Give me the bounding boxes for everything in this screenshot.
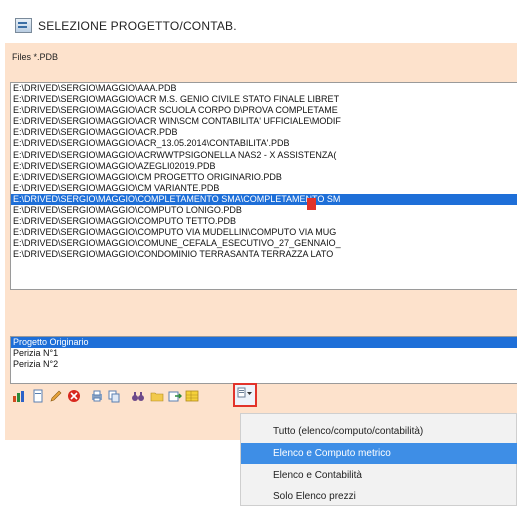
new-doc-icon[interactable]	[31, 389, 45, 403]
title-bar: SELEZIONE PROGETTO/CONTAB.	[0, 0, 517, 43]
copy-icon[interactable]	[107, 389, 121, 403]
text-cursor-marker	[307, 198, 316, 210]
selection-window: SELEZIONE PROGETTO/CONTAB. Files *.PDB E…	[0, 0, 517, 440]
menu-item-elenco-computo[interactable]: Elenco e Computo metrico	[241, 443, 517, 464]
file-list-item[interactable]: E:\DRIVED\SERGIO\MAGGIO\COMUNE_CEFALA_ES…	[11, 238, 517, 249]
file-list-item[interactable]: E:\DRIVED\SERGIO\MAGGIO\CM VARIANTE.PDB	[11, 183, 517, 194]
folder-icon[interactable]	[150, 389, 164, 403]
export-icon[interactable]	[168, 389, 182, 403]
file-list[interactable]: E:\DRIVED\SERGIO\MAGGIO\AAA.PDB E:\DRIVED…	[10, 82, 517, 290]
file-list-item[interactable]: E:\DRIVED\SERGIO\MAGGIO\ACR.PDB	[11, 127, 517, 138]
file-list-item[interactable]: E:\DRIVED\SERGIO\MAGGIO\COMPLETAMENTO SM…	[11, 193, 517, 206]
file-list-item[interactable]: E:\DRIVED\SERGIO\MAGGIO\COMPUTO LONIGO.P…	[11, 205, 517, 216]
file-list-item[interactable]: E:\DRIVED\SERGIO\MAGGIO\ACR WIN\SCM CONT…	[11, 116, 517, 127]
background	[0, 440, 240, 506]
file-list-item[interactable]: E:\DRIVED\SERGIO\MAGGIO\CM PROGETTO ORIG…	[11, 172, 517, 183]
options-dropdown-button[interactable]	[233, 383, 257, 407]
variant-list-item[interactable]: Perizia N°1	[11, 348, 517, 359]
binoculars-icon[interactable]	[131, 389, 145, 403]
edit-icon[interactable]	[49, 389, 63, 403]
file-list-item[interactable]: E:\DRIVED\SERGIO\MAGGIO\COMPUTO VIA MUDE…	[11, 227, 517, 238]
variant-list-item[interactable]: Progetto Originario	[11, 337, 517, 348]
delete-icon[interactable]	[67, 389, 81, 403]
file-list-item[interactable]: E:\DRIVED\SERGIO\MAGGIO\AZEGLI02019.PDB	[11, 161, 517, 172]
export-menu: Tutto (elenco/computo/contabilità) Elenc…	[240, 413, 517, 506]
file-list-item[interactable]: E:\DRIVED\SERGIO\MAGGIO\AAA.PDB	[11, 83, 517, 94]
app-icon	[15, 18, 32, 33]
variant-list[interactable]: Progetto Originario Perizia N°1 Perizia N°…	[10, 336, 517, 384]
menu-item-tutto[interactable]: Tutto (elenco/computo/contabilità)	[241, 421, 517, 442]
variant-list-item[interactable]: Perizia N°2	[11, 359, 517, 370]
file-list-item[interactable]: E:\DRIVED\SERGIO\MAGGIO\CONDOMINIO TERRA…	[11, 249, 517, 260]
file-list-item[interactable]: E:\DRIVED\SERGIO\MAGGIO\COMPUTO TETTO.PD…	[11, 216, 517, 227]
menu-item-elenco-contabilita[interactable]: Elenco e Contabilità	[241, 465, 517, 486]
menu-item-solo-elenco[interactable]: Solo Elenco prezzi	[241, 486, 517, 507]
window-title: SELEZIONE PROGETTO/CONTAB.	[38, 19, 237, 33]
file-list-item[interactable]: E:\DRIVED\SERGIO\MAGGIO\ACR SCUOLA CORPO…	[11, 105, 517, 116]
print-icon[interactable]	[90, 389, 104, 403]
table-icon[interactable]	[185, 389, 199, 403]
file-list-item[interactable]: E:\DRIVED\SERGIO\MAGGIO\ACRWWTPSIGONELLA…	[11, 150, 517, 161]
file-list-item[interactable]: E:\DRIVED\SERGIO\MAGGIO\ACR_13.05.2014\C…	[11, 138, 517, 149]
file-list-item[interactable]: E:\DRIVED\SERGIO\MAGGIO\ACR M.S. GENIO C…	[11, 94, 517, 105]
toolbar	[10, 387, 517, 409]
files-label: Files *.PDB	[12, 52, 59, 62]
options-dropdown-icon	[237, 386, 253, 405]
chart-icon[interactable]	[12, 389, 26, 403]
